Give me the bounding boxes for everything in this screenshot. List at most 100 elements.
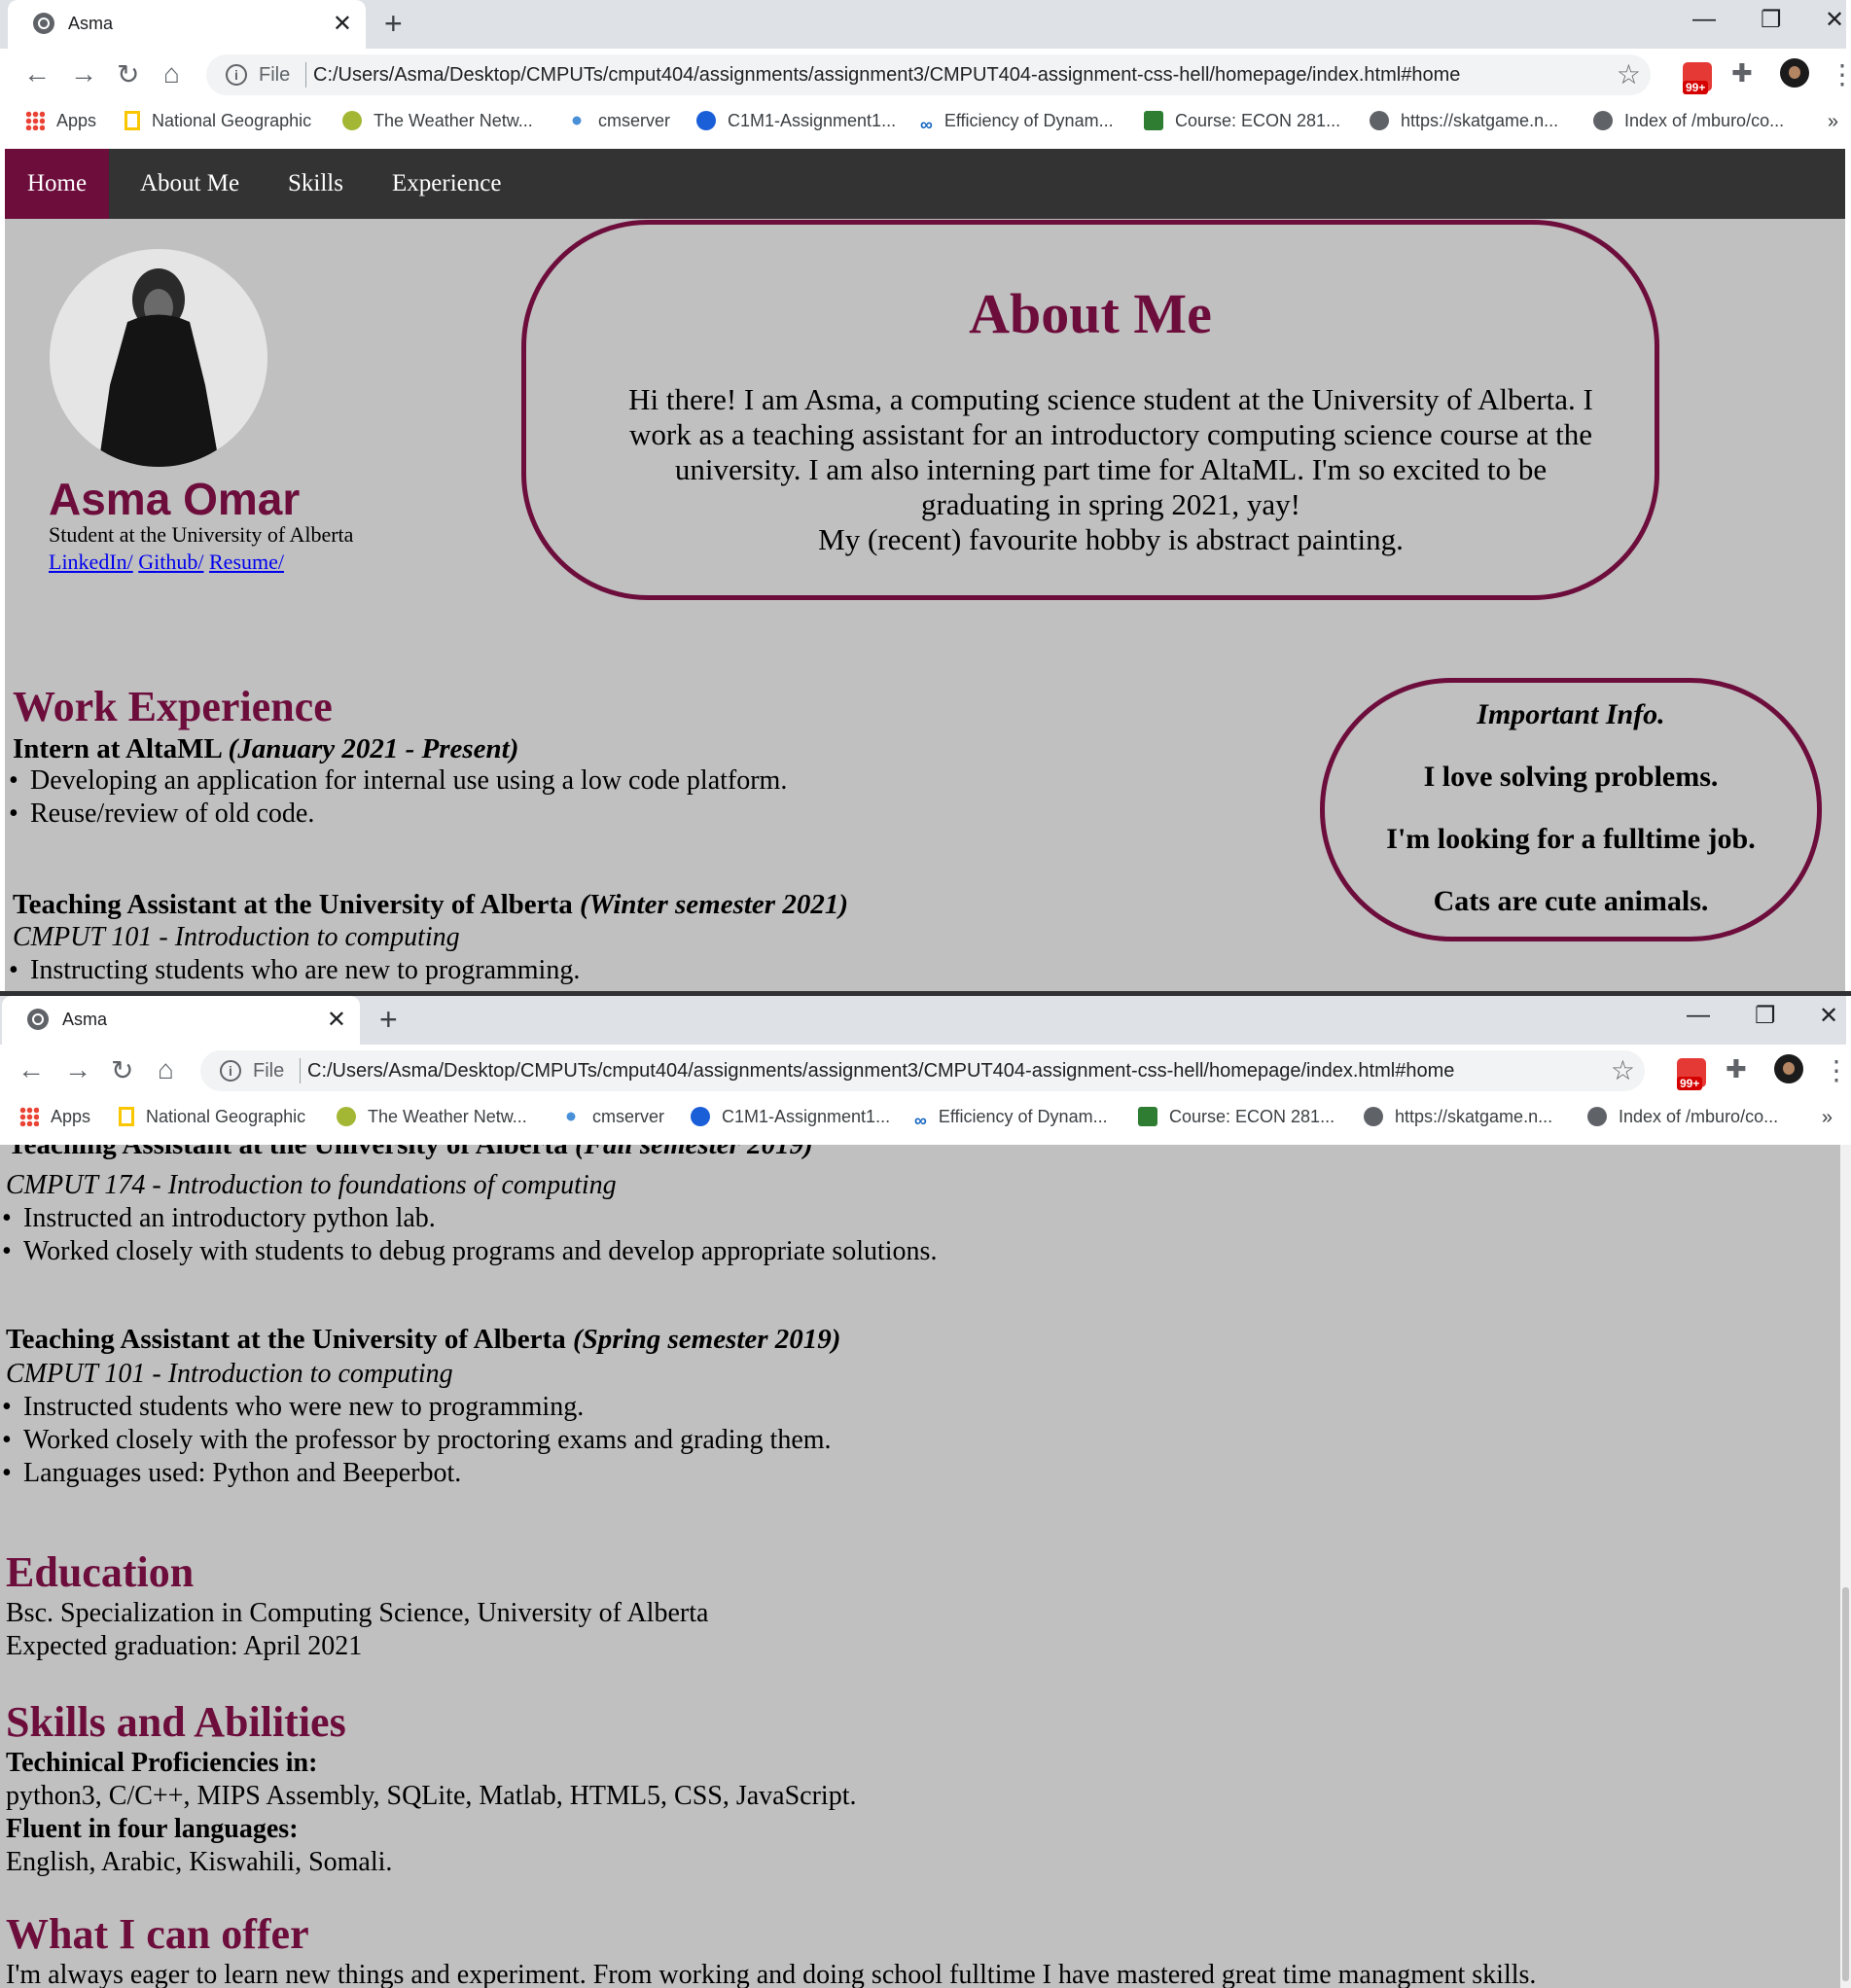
info-item: I'm looking for a fulltime job. [1386,823,1756,855]
browser-tab[interactable]: Asma ✕ [8,0,366,49]
forward-icon[interactable]: → [64,1054,91,1085]
linkedin-link[interactable]: LinkedIn/ [49,550,133,574]
bookmarks-bar: Apps National Geographic The Weather Net… [0,1097,1846,1145]
minimize-icon[interactable]: — [1687,1002,1710,1029]
url-text[interactable]: C:/Users/Asma/Desktop/CMPUTs/cmput404/as… [313,64,1460,87]
github-link[interactable]: Github/ [138,550,203,574]
restore-icon[interactable]: ❐ [1755,1002,1776,1030]
bookmark-skatgame[interactable]: https://skatgame.n... [1364,1107,1552,1127]
globe-icon [1593,111,1613,130]
bookmark-econ[interactable]: Course: ECON 281... [1144,111,1340,131]
about-line: Hi there! I am Asma, a computing science… [628,382,1593,416]
back-icon[interactable]: ← [18,1054,45,1085]
info-icon[interactable]: i [226,64,247,86]
close-window-icon[interactable]: ✕ [1825,6,1844,34]
reload-icon[interactable]: ↻ [111,1054,133,1086]
bookmark-cmserver[interactable]: cmserver [567,111,670,131]
profile-name: Asma Omar [49,474,301,524]
bookmark-efficiency[interactable]: ∞ Efficiency of Dynam... [920,111,1114,134]
work-experience-title: Work Experience [13,683,333,730]
kebab-icon[interactable]: ⋮ [1829,58,1851,90]
crest-icon [1144,111,1163,130]
info-icon[interactable]: i [220,1060,241,1082]
toolbar: ← → ↻ ⌂ i File C:/Users/Asma/Desktop/CMP… [0,1045,1850,1097]
offer-text: I'm always eager to learn new things and… [6,1960,1537,1988]
separator [305,62,306,88]
job-bullet: Instructing students who are new to prog… [9,955,580,986]
lang-list: English, Arabic, Kiswahili, Somali. [6,1847,393,1877]
bookmark-mburo[interactable]: Index of /mburo/co... [1587,1107,1778,1127]
globe-icon [1364,1107,1383,1126]
minimize-icon[interactable]: — [1692,6,1716,33]
info-item: I love solving problems. [1423,761,1719,793]
bookmark-econ[interactable]: Course: ECON 281... [1138,1107,1335,1127]
bookmark-skatgame[interactable]: https://skatgame.n... [1370,111,1558,131]
close-icon[interactable]: ✕ [333,10,352,38]
bookmark-apps[interactable]: Apps [19,1107,90,1127]
globe-icon [33,13,54,34]
cmserver-icon [561,1107,581,1126]
bookmark-weather[interactable]: The Weather Netw... [337,1107,527,1127]
bookmark-natgeo[interactable]: National Geographic [119,1107,305,1127]
globe-icon [27,1009,49,1030]
profile-avatar[interactable] [1780,58,1809,88]
extension-icon[interactable]: 99+ [1683,62,1712,94]
address-bar[interactable]: i File C:/Users/Asma/Desktop/CMPUTs/cmpu… [206,54,1651,95]
plus-icon[interactable]: + [384,6,403,42]
forward-icon[interactable]: → [70,58,97,89]
file-label: File [259,64,291,86]
bookmark-cmserver[interactable]: cmserver [561,1107,664,1127]
home-icon[interactable]: ⌂ [158,1054,174,1085]
chevron-right-icon[interactable]: » [1828,111,1838,133]
job-bullet: Worked closely with students to debug pr… [2,1236,937,1267]
puzzle-icon[interactable]: ✚ [1731,58,1761,88]
puzzle-icon[interactable]: ✚ [1726,1054,1755,1083]
job-bullet: Worked closely with the professor by pro… [2,1425,832,1456]
home-icon[interactable]: ⌂ [163,58,180,89]
scroll-thumb[interactable] [1842,1587,1849,1981]
bookmark-natgeo[interactable]: National Geographic [125,111,311,131]
browser-tab[interactable]: Asma ✕ [2,996,360,1045]
bookmark-efficiency[interactable]: ∞ Efficiency of Dynam... [914,1107,1108,1130]
separator [300,1058,301,1083]
chevron-right-icon[interactable]: » [1822,1107,1833,1129]
plus-icon[interactable]: + [379,1002,398,1038]
nav-skills[interactable]: Skills [266,149,366,219]
url-text[interactable]: C:/Users/Asma/Desktop/CMPUTs/cmput404/as… [307,1060,1454,1083]
close-window-icon[interactable]: ✕ [1819,1002,1838,1030]
scrollbar[interactable] [1840,1145,1851,1988]
back-icon[interactable]: ← [23,58,51,89]
address-bar[interactable]: i File C:/Users/Asma/Desktop/CMPUTs/cmpu… [200,1050,1645,1091]
bookmark-c1m1[interactable]: C1M1-Assignment1... [691,1107,890,1127]
kebab-icon[interactable]: ⋮ [1823,1054,1850,1086]
extension-badge: 99+ [1677,1077,1703,1090]
extension-icon[interactable]: 99+ [1677,1058,1706,1090]
bookmark-apps[interactable]: Apps [25,111,96,131]
tab-strip: Asma ✕ + — ❐ ✕ [0,0,1846,49]
page-viewport-bottom: Teaching Assistant at the University of … [0,1145,1840,1988]
star-icon[interactable]: ☆ [1617,58,1641,90]
job-bullet: Languages used: Python and Beeperbot. [2,1458,461,1489]
about-me-box: About Me Hi there! I am Asma, a computin… [521,220,1659,600]
nav-home[interactable]: Home [5,149,110,219]
close-icon[interactable]: ✕ [327,1006,346,1034]
infinity-icon: ∞ [920,115,933,134]
nav-experience[interactable]: Experience [370,149,523,219]
profile-photo [50,249,267,467]
bookmark-weather[interactable]: The Weather Netw... [342,111,533,131]
weather-icon [337,1107,356,1126]
bookmark-mburo[interactable]: Index of /mburo/co... [1593,111,1784,131]
star-icon[interactable]: ☆ [1611,1054,1635,1086]
reload-icon[interactable]: ↻ [117,58,139,90]
profile-avatar[interactable] [1774,1054,1803,1083]
nav-about[interactable]: About Me [118,149,262,219]
restore-icon[interactable]: ❐ [1761,6,1782,34]
profile-links: LinkedIn/ Github/ Resume/ [49,550,284,575]
about-line: university. I am also interning part tim… [674,452,1548,486]
job-title: Teaching Assistant at the University of … [6,1324,841,1355]
resume-link[interactable]: Resume/ [209,550,284,574]
natgeo-icon [119,1107,134,1126]
bookmark-c1m1[interactable]: C1M1-Assignment1... [696,111,896,131]
browser-chrome: Asma ✕ + — ❐ ✕ ← → ↻ ⌂ i File C:/Users/A… [0,0,1851,149]
bookmarks-bar: Apps National Geographic The Weather Net… [0,101,1846,149]
